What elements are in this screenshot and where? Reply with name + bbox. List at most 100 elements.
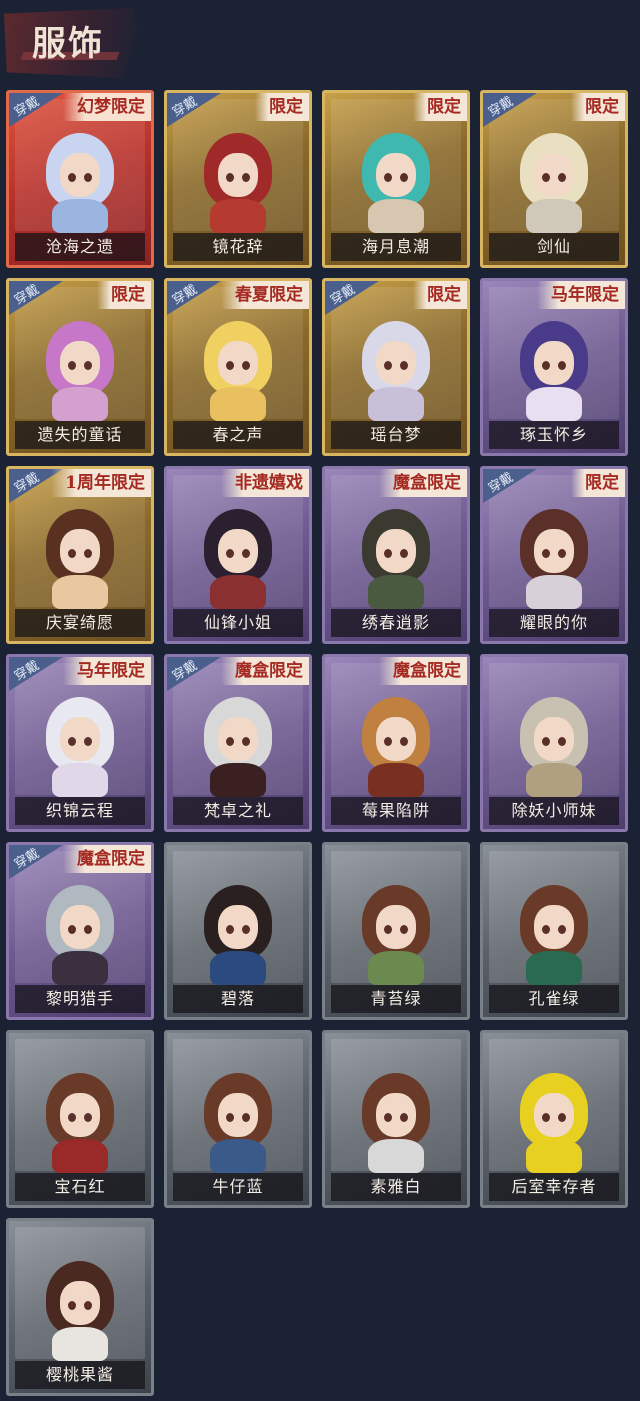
- costume-name: 春之声: [173, 421, 303, 449]
- portrait-outfit: [526, 1139, 582, 1173]
- costume-card[interactable]: 穿戴 限定 耀眼的你: [480, 466, 628, 644]
- costume-card[interactable]: 限定 海月息潮: [322, 90, 470, 268]
- portrait-face: [60, 1281, 100, 1325]
- portrait-face: [376, 717, 416, 761]
- limited-tag: 春夏限定: [221, 281, 309, 309]
- costume-card[interactable]: 非遗嬉戏 仙锋小姐: [164, 466, 312, 644]
- costume-card[interactable]: 穿戴 春夏限定 春之声: [164, 278, 312, 456]
- limited-tag: 幻梦限定: [63, 93, 151, 121]
- portrait-eye: [226, 1113, 234, 1122]
- costume-card[interactable]: 宝石红: [6, 1030, 154, 1208]
- costume-card[interactable]: 马年限定 琢玉怀乡: [480, 278, 628, 456]
- portrait-eye: [68, 173, 76, 182]
- portrait-eye: [226, 173, 234, 182]
- portrait-eye: [384, 737, 392, 746]
- character-portrait: [38, 133, 122, 233]
- portrait-eye: [68, 1301, 76, 1310]
- costume-name: 后室幸存者: [489, 1173, 619, 1201]
- costume-card[interactable]: 穿戴 马年限定 织锦云程: [6, 654, 154, 832]
- limited-tag: 魔盒限定: [379, 469, 467, 497]
- portrait-eye: [400, 549, 408, 558]
- character-portrait: [354, 885, 438, 985]
- costume-card[interactable]: 后室幸存者: [480, 1030, 628, 1208]
- portrait-face: [218, 529, 258, 573]
- costume-card[interactable]: 穿戴 限定 遗失的童话: [6, 278, 154, 456]
- limited-tag: 1周年限定: [51, 469, 151, 497]
- portrait-eye: [226, 925, 234, 934]
- portrait-face: [218, 1093, 258, 1137]
- portrait-face: [534, 153, 574, 197]
- costume-name: 孔雀绿: [489, 985, 619, 1013]
- portrait-eye: [384, 549, 392, 558]
- portrait-outfit: [526, 951, 582, 985]
- costume-name: 除妖小师妹: [489, 797, 619, 825]
- limited-tag: 限定: [97, 281, 151, 309]
- portrait-eye: [226, 361, 234, 370]
- costume-card[interactable]: 穿戴 魔盒限定 黎明猎手: [6, 842, 154, 1020]
- costume-card[interactable]: 穿戴 幻梦限定 沧海之遗: [6, 90, 154, 268]
- portrait-eye: [226, 549, 234, 558]
- portrait-eye: [68, 549, 76, 558]
- costume-card[interactable]: 素雅白: [322, 1030, 470, 1208]
- character-portrait: [512, 133, 596, 233]
- costume-name: 梵卓之礼: [173, 797, 303, 825]
- portrait-outfit: [368, 763, 424, 797]
- portrait-eye: [68, 925, 76, 934]
- limited-tag: 限定: [413, 93, 467, 121]
- costume-card[interactable]: 樱桃果酱: [6, 1218, 154, 1396]
- limited-tag: 魔盒限定: [379, 657, 467, 685]
- portrait-eye: [400, 737, 408, 746]
- character-portrait: [196, 1073, 280, 1173]
- limited-tag: 限定: [255, 93, 309, 121]
- costume-card[interactable]: 穿戴 限定 镜花辞: [164, 90, 312, 268]
- portrait-eye: [84, 1113, 92, 1122]
- portrait-eye: [68, 1113, 76, 1122]
- costume-card[interactable]: 除妖小师妹: [480, 654, 628, 832]
- costume-name: 镜花辞: [173, 233, 303, 261]
- portrait-outfit: [526, 763, 582, 797]
- costume-card[interactable]: 穿戴 魔盒限定 梵卓之礼: [164, 654, 312, 832]
- portrait-eye: [558, 549, 566, 558]
- portrait-outfit: [526, 387, 582, 421]
- costume-name: 绣春逍影: [331, 609, 461, 637]
- character-portrait: [196, 697, 280, 797]
- portrait-outfit: [368, 387, 424, 421]
- costume-name: 仙锋小姐: [173, 609, 303, 637]
- portrait-eye: [558, 173, 566, 182]
- limited-tag: 魔盒限定: [221, 657, 309, 685]
- costume-name: 碧落: [173, 985, 303, 1013]
- costume-card[interactable]: 穿戴 1周年限定 庆宴绮愿: [6, 466, 154, 644]
- portrait-face: [376, 905, 416, 949]
- portrait-outfit: [52, 1139, 108, 1173]
- portrait-eye: [400, 361, 408, 370]
- costume-card[interactable]: 孔雀绿: [480, 842, 628, 1020]
- portrait-face: [534, 1093, 574, 1137]
- costume-card[interactable]: 魔盒限定 莓果陷阱: [322, 654, 470, 832]
- portrait-outfit: [210, 387, 266, 421]
- portrait-face: [218, 717, 258, 761]
- limited-tag: 马年限定: [63, 657, 151, 685]
- character-portrait: [354, 697, 438, 797]
- portrait-eye: [84, 173, 92, 182]
- costume-card[interactable]: 青苔绿: [322, 842, 470, 1020]
- costume-name: 黎明猎手: [15, 985, 145, 1013]
- portrait-eye: [400, 925, 408, 934]
- portrait-face: [534, 905, 574, 949]
- costume-card[interactable]: 穿戴 限定 剑仙: [480, 90, 628, 268]
- character-portrait: [196, 509, 280, 609]
- costume-card[interactable]: 穿戴 限定 瑶台梦: [322, 278, 470, 456]
- costume-name: 遗失的童话: [15, 421, 145, 449]
- character-portrait: [196, 321, 280, 421]
- costume-name: 青苔绿: [331, 985, 461, 1013]
- costume-card[interactable]: 牛仔蓝: [164, 1030, 312, 1208]
- portrait-face: [60, 717, 100, 761]
- costume-card[interactable]: 碧落: [164, 842, 312, 1020]
- portrait-eye: [242, 925, 250, 934]
- portrait-outfit: [52, 575, 108, 609]
- costume-card[interactable]: 魔盒限定绣春逍影: [322, 466, 470, 644]
- character-portrait: [354, 133, 438, 233]
- costume-name: 庆宴绮愿: [15, 609, 145, 637]
- costume-name: 牛仔蓝: [173, 1173, 303, 1201]
- costume-name: 素雅白: [331, 1173, 461, 1201]
- portrait-eye: [558, 925, 566, 934]
